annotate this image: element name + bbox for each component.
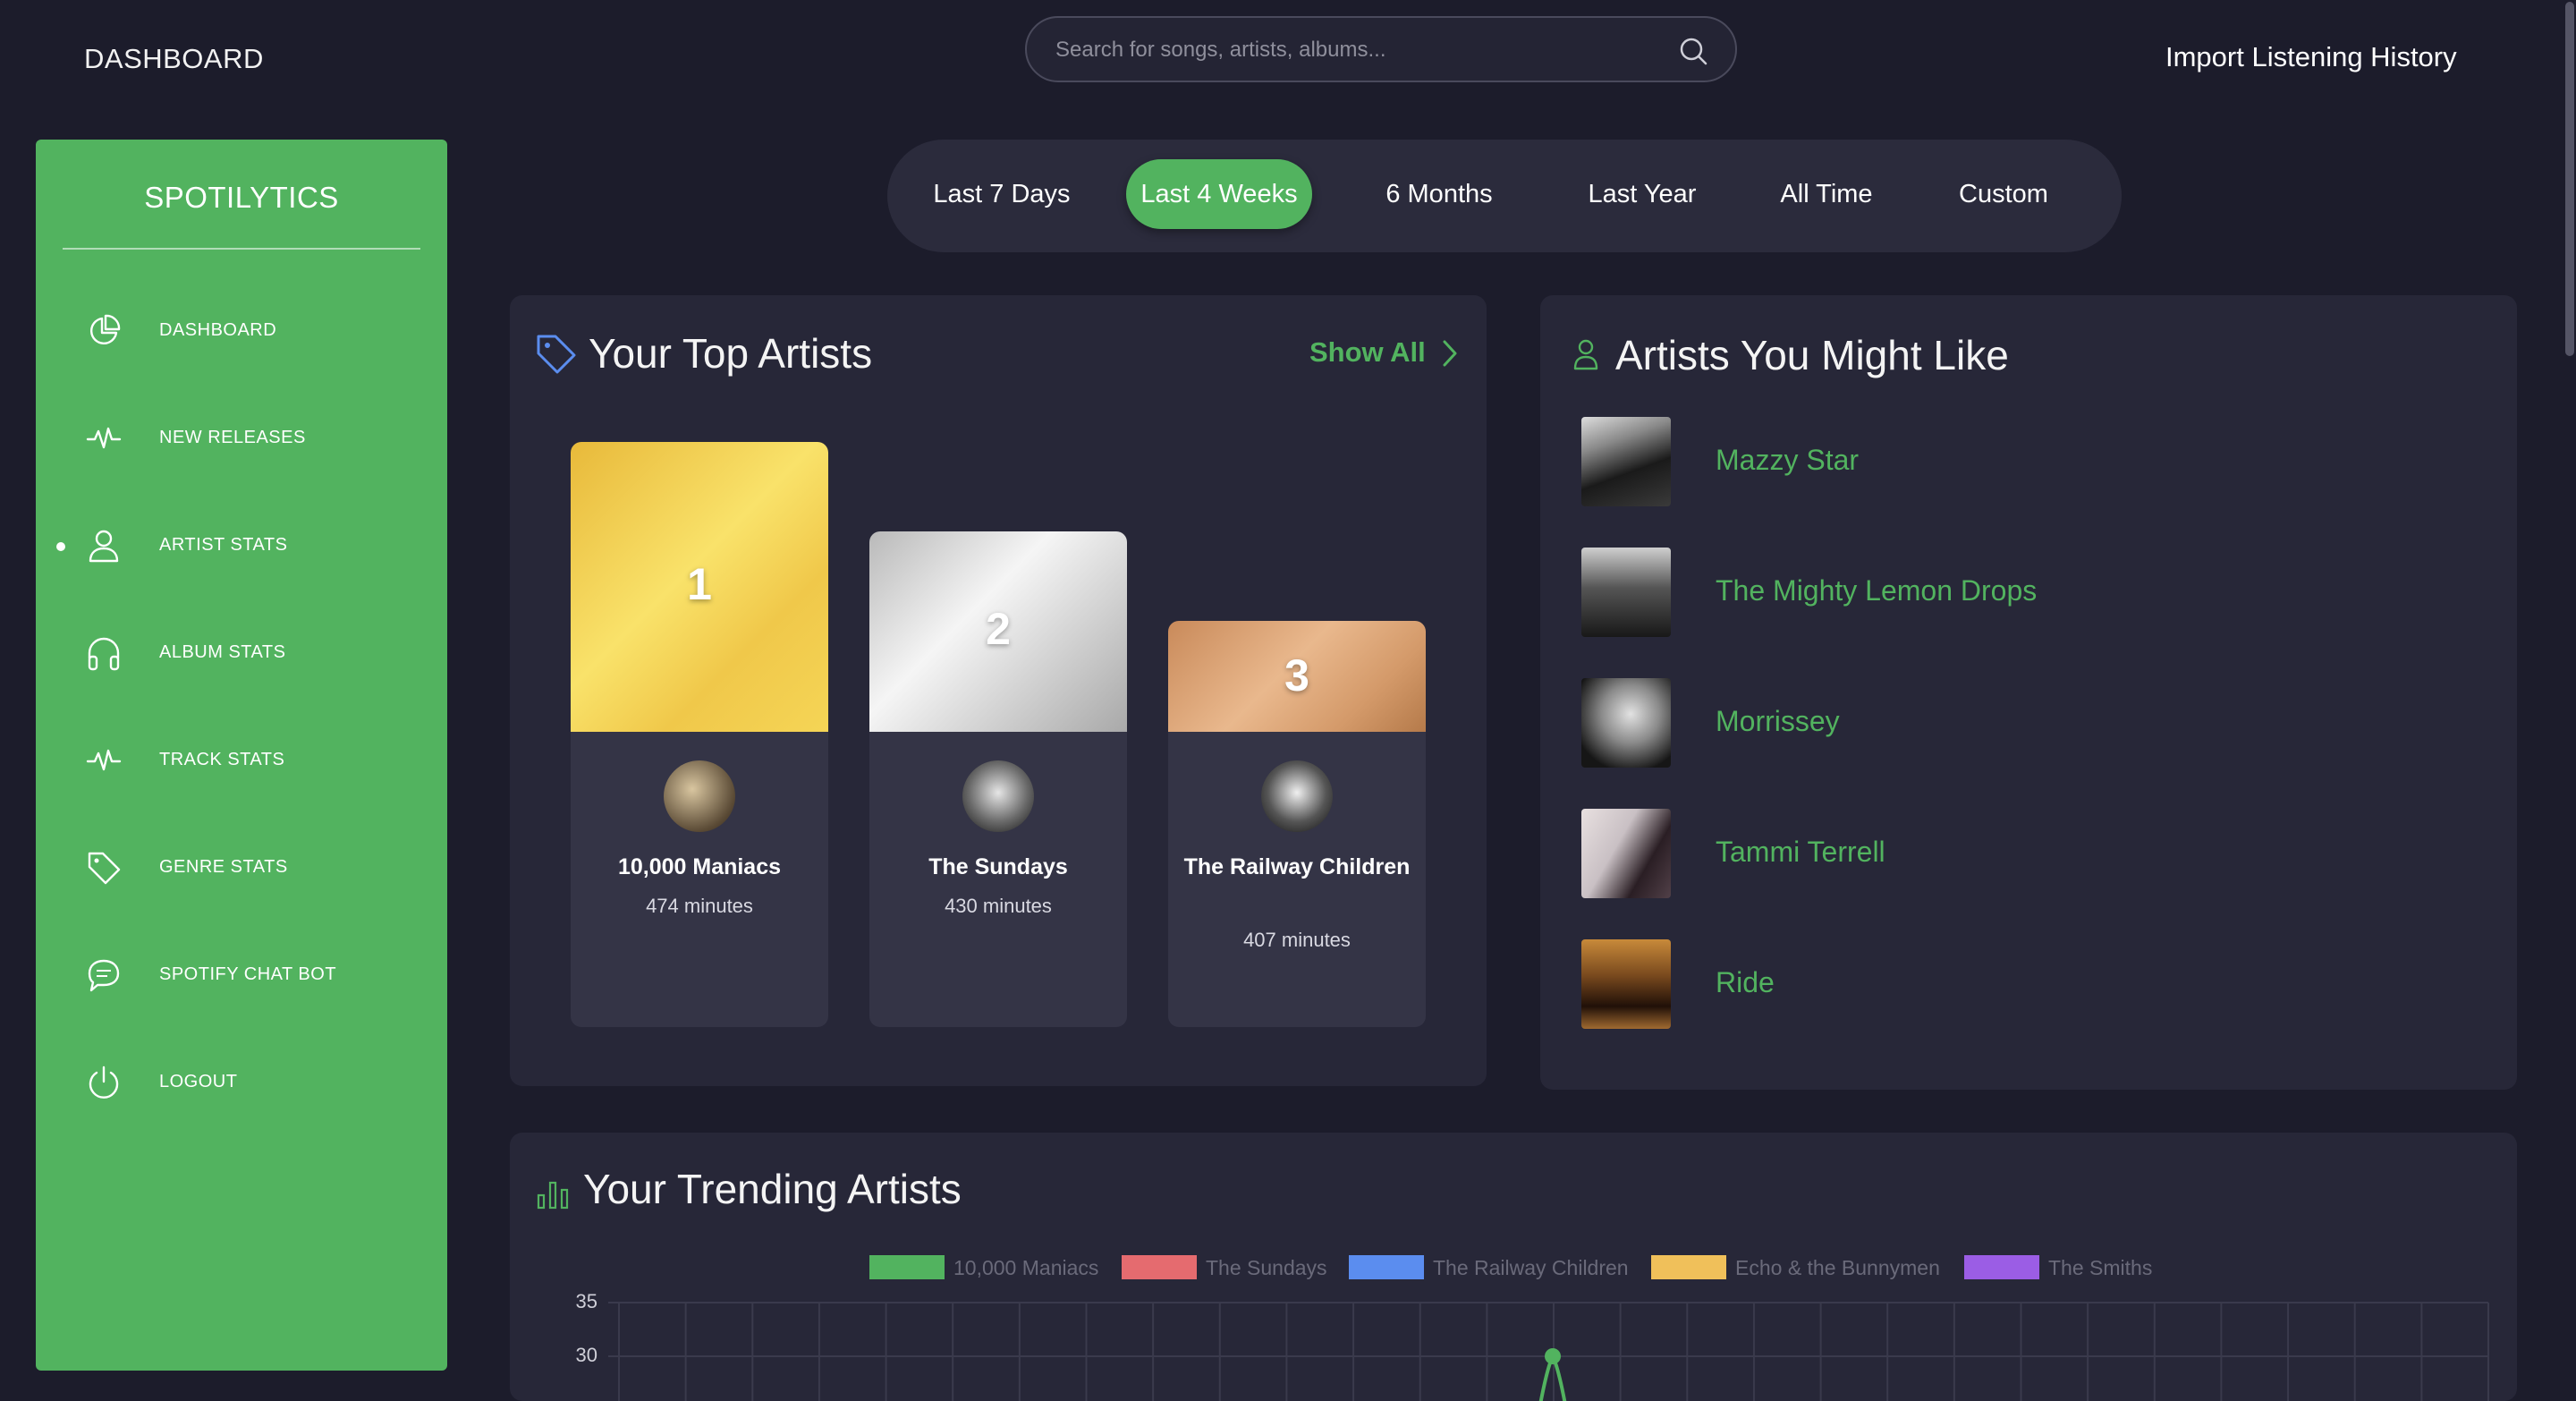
recommended-artist[interactable]: Morrissey <box>1581 678 2476 768</box>
artist-thumbnail <box>1581 417 1671 506</box>
page-scrollbar[interactable] <box>2562 0 2576 358</box>
show-all-label: Show All <box>1309 336 1426 368</box>
top-artists-title: Your Top Artists <box>589 330 873 377</box>
podium-rank-1[interactable]: 1 10,000 Maniacs 474 minutes <box>571 442 828 1027</box>
tab-last-4-weeks[interactable]: Last 4 Weeks <box>1126 159 1312 229</box>
tag-icon <box>88 852 121 885</box>
artist-name: Mazzy Star <box>1716 444 1860 476</box>
artist-name: The Railway Children <box>1183 854 1411 879</box>
sidebar-item-logout[interactable]: LOGOUT <box>36 1047 447 1118</box>
recommended-artist[interactable]: The Mighty Lemon Drops <box>1581 548 2476 637</box>
sidebar-item-label: SPOTIFY CHAT BOT <box>159 964 337 984</box>
artist-thumbnail <box>1581 678 1671 768</box>
sidebar-item-dashboard[interactable]: DASHBOARD <box>36 295 447 367</box>
recommended-artist[interactable]: Ride <box>1581 939 2476 1029</box>
y-tick-label: 35 <box>576 1290 597 1312</box>
search-input[interactable] <box>1054 18 1665 82</box>
pulse-icon <box>86 427 122 449</box>
artist-minutes: 474 minutes <box>646 895 753 917</box>
artist-name: 10,000 Maniacs <box>617 854 782 879</box>
rank-number: 2 <box>986 604 1011 654</box>
search-bar[interactable] <box>1025 16 1737 82</box>
pie-chart-icon <box>90 314 121 344</box>
tab-last-7-days[interactable]: Last 7 Days <box>912 159 1091 229</box>
recommended-artist[interactable]: Tammi Terrell <box>1581 809 2476 898</box>
sidebar-item-label: ARTIST STATS <box>159 535 288 555</box>
show-all-link[interactable]: Show All <box>1309 336 1457 369</box>
brand-divider <box>63 248 420 250</box>
chevron-right-icon <box>1443 340 1457 367</box>
artist-avatar <box>962 760 1034 832</box>
podium-rank-2[interactable]: 2 The Sundays 430 minutes <box>869 531 1127 1027</box>
search-icon[interactable] <box>1678 36 1708 66</box>
sidebar-item-track-stats[interactable]: TRACK STATS <box>36 725 447 796</box>
active-indicator <box>56 542 65 551</box>
rank-number: 1 <box>687 559 712 609</box>
artist-minutes: 407 minutes <box>1243 929 1351 951</box>
artist-name: Tammi Terrell <box>1716 836 1885 868</box>
tab-custom[interactable]: Custom <box>1923 159 2084 229</box>
trending-title: Your Trending Artists <box>583 1166 962 1212</box>
artist-minutes: 430 minutes <box>945 895 1052 917</box>
page-title: DASHBOARD <box>84 43 264 74</box>
top-artists-card: Your Top Artists Show All 1 10,000 Mania… <box>510 295 1487 1086</box>
y-tick-label: 30 <box>576 1344 597 1366</box>
pulse-icon <box>86 749 122 771</box>
artist-thumbnail <box>1581 809 1671 898</box>
tab-all-time[interactable]: All Time <box>1746 159 1907 229</box>
scrollbar-thumb[interactable] <box>2565 2 2574 356</box>
recommendations-card: Artists You Might Like Mazzy Star The Mi… <box>1540 295 2517 1090</box>
sidebar-item-album-stats[interactable]: ALBUM STATS <box>36 617 447 689</box>
rank-number: 3 <box>1284 650 1309 700</box>
sidebar-item-artist-stats[interactable]: ARTIST STATS <box>36 510 447 582</box>
artist-name: The Mighty Lemon Drops <box>1716 574 2038 607</box>
brand-logo[interactable]: SPOTILYTICS <box>36 181 447 215</box>
artist-avatar <box>664 760 735 832</box>
artist-thumbnail <box>1581 548 1671 637</box>
artist-name: Ride <box>1716 966 1775 998</box>
sidebar-item-label: NEW RELEASES <box>159 428 306 447</box>
sidebar-item-genre-stats[interactable]: GENRE STATS <box>36 832 447 904</box>
user-icon <box>89 530 119 563</box>
artist-thumbnail <box>1581 939 1671 1029</box>
sidebar-item-label: ALBUM STATS <box>159 642 286 662</box>
sidebar-item-new-releases[interactable]: NEW RELEASES <box>36 403 447 474</box>
sidebar-item-label: TRACK STATS <box>159 750 285 769</box>
tab-6-months[interactable]: 6 Months <box>1345 159 1533 229</box>
recommended-artist[interactable]: Mazzy Star <box>1581 417 2476 506</box>
bar-chart-icon <box>537 1181 569 1210</box>
data-point[interactable] <box>1545 1348 1561 1364</box>
artist-name: Morrissey <box>1716 705 1840 737</box>
sidebar-item-label: DASHBOARD <box>159 320 277 340</box>
podium-rank-3[interactable]: 3 The Railway Children 407 minutes <box>1168 621 1426 1027</box>
period-tabs: Last 7 Days Last 4 Weeks 6 Months Last Y… <box>887 140 2122 252</box>
power-icon <box>89 1066 119 1099</box>
sidebar-item-label: GENRE STATS <box>159 857 288 877</box>
import-history-link[interactable]: Import Listening History <box>2165 41 2457 73</box>
sidebar-item-chat-bot[interactable]: SPOTIFY CHAT BOT <box>36 939 447 1011</box>
trending-artists-card: Your Trending Artists 10,000 Maniacs The… <box>510 1133 2517 1401</box>
trending-line-chart: 35 30 <box>576 1290 2489 1401</box>
recommendations-title: Artists You Might Like <box>1615 332 2009 378</box>
tab-last-year[interactable]: Last Year <box>1553 159 1732 229</box>
artist-avatar <box>1261 760 1333 832</box>
chat-icon <box>88 959 120 992</box>
artist-name: The Sundays <box>928 854 1068 879</box>
tag-icon <box>537 335 576 374</box>
sidebar-item-label: LOGOUT <box>159 1072 238 1091</box>
user-icon <box>1573 339 1598 370</box>
sidebar: SPOTILYTICS DASHBOARD NEW RELEASES ARTIS… <box>36 140 447 1371</box>
headphones-icon <box>88 637 120 671</box>
